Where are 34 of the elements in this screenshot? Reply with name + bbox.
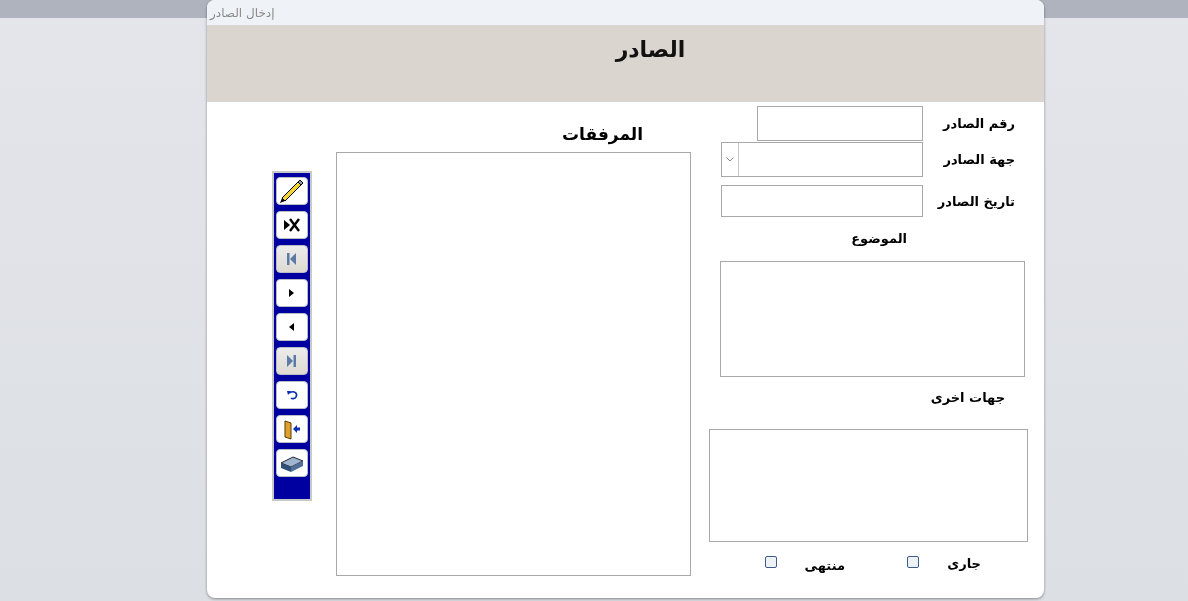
exit-button[interactable] [276,415,308,443]
checkbox-label: منتهى [804,558,845,573]
other-parties-field[interactable] [709,429,1028,542]
scan-button[interactable] [276,449,308,477]
cross-arrow-icon [284,217,301,233]
chevron-down-icon [726,157,734,162]
field-label: رقم الصادر [941,116,1016,131]
triangle-left-icon [289,323,294,331]
other-parties-label: جهات اخرى [930,390,1005,405]
checkbox-label: جارى [947,556,981,571]
checkbox[interactable] [907,555,920,568]
scanner-icon [280,456,304,472]
triangle-right-icon [289,289,294,297]
field-label: تاريخ الصادر [936,193,1016,209]
skip-right-icon [287,355,296,367]
attachments-title: المرفقات [562,124,643,144]
undo-icon [287,391,298,400]
form-title: الصادر [615,37,686,64]
field-label: جهة الصادر [942,152,1016,167]
pencil-icon [280,179,304,203]
edit-button[interactable] [276,177,308,205]
previous-button[interactable] [276,313,308,341]
checkbox[interactable] [764,555,777,568]
undo-button[interactable] [276,381,308,409]
door-arrow-icon [284,420,300,440]
window-title: إدخال الصادر [210,5,275,20]
subject-field[interactable] [720,261,1025,377]
next-button[interactable] [276,279,308,307]
subject-label: الموضوع [851,231,907,246]
delete-button[interactable] [276,211,308,239]
dropdown-field[interactable] [721,142,923,177]
text-field[interactable] [721,185,923,217]
skip-left-icon [287,253,296,265]
text-field[interactable] [757,106,923,141]
